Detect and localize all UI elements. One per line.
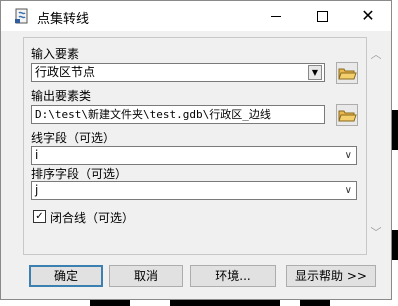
panel-scrollbar[interactable]: ︿ ﹀ bbox=[367, 37, 386, 255]
input-features-label: 输入要素 bbox=[31, 47, 80, 61]
line-field-label: 线字段（可选） bbox=[31, 131, 116, 145]
environments-button[interactable]: 环境... bbox=[190, 265, 276, 287]
close-icon: ✕ bbox=[361, 6, 375, 25]
title-bar[interactable]: 点集转线 ✕ bbox=[1, 1, 391, 31]
sort-field-select[interactable]: j ∨ bbox=[31, 181, 357, 200]
minimize-icon bbox=[271, 16, 281, 17]
sort-field-label: 排序字段（可选） bbox=[31, 167, 128, 181]
line-field-select[interactable]: i ∨ bbox=[31, 146, 357, 165]
dialog-window: 点集转线 ✕ ︿ ﹀ 输入要素 行政区节点 ▼ 输出要素类 D:\test\新建… bbox=[0, 0, 392, 300]
scroll-up-icon[interactable]: ︿ bbox=[370, 49, 382, 61]
input-features-value: 行政区节点 bbox=[35, 65, 96, 79]
line-field-value: i bbox=[35, 148, 39, 162]
python-script-icon bbox=[14, 8, 30, 24]
close-button[interactable]: ✕ bbox=[345, 1, 391, 31]
input-features-combobox[interactable]: 行政区节点 ▼ bbox=[31, 63, 325, 82]
window-title: 点集转线 bbox=[37, 12, 90, 27]
scroll-down-icon[interactable]: ﹀ bbox=[370, 227, 382, 239]
background-shape bbox=[392, 110, 398, 150]
output-features-value: D:\test\新建文件夹\test.gdb\行政区_边线 bbox=[35, 108, 271, 121]
close-line-label[interactable]: 闭合线（可选） bbox=[50, 209, 134, 226]
background-shape bbox=[392, 230, 398, 260]
open-folder-icon bbox=[338, 68, 357, 80]
show-help-button[interactable]: 显示帮助 >> bbox=[286, 265, 376, 287]
output-features-label: 输出要素类 bbox=[31, 89, 92, 103]
browse-input-button[interactable] bbox=[336, 62, 358, 84]
ok-button[interactable]: 确定 bbox=[29, 265, 103, 287]
minimize-button[interactable] bbox=[253, 1, 299, 31]
open-folder-icon bbox=[338, 110, 357, 122]
output-features-input[interactable]: D:\test\新建文件夹\test.gdb\行政区_边线 bbox=[31, 105, 325, 124]
maximize-icon bbox=[317, 11, 328, 22]
chevron-down-icon: ∨ bbox=[344, 185, 352, 196]
browse-output-button[interactable] bbox=[336, 104, 358, 126]
cancel-button[interactable]: 取消 bbox=[109, 265, 183, 287]
maximize-button[interactable] bbox=[299, 1, 345, 31]
chevron-down-icon: ∨ bbox=[344, 150, 352, 161]
sort-field-value: j bbox=[35, 183, 39, 197]
close-line-checkbox[interactable]: ✓ bbox=[33, 210, 46, 223]
dropdown-arrow-icon[interactable]: ▼ bbox=[308, 65, 322, 80]
checkmark-icon: ✓ bbox=[35, 211, 44, 222]
